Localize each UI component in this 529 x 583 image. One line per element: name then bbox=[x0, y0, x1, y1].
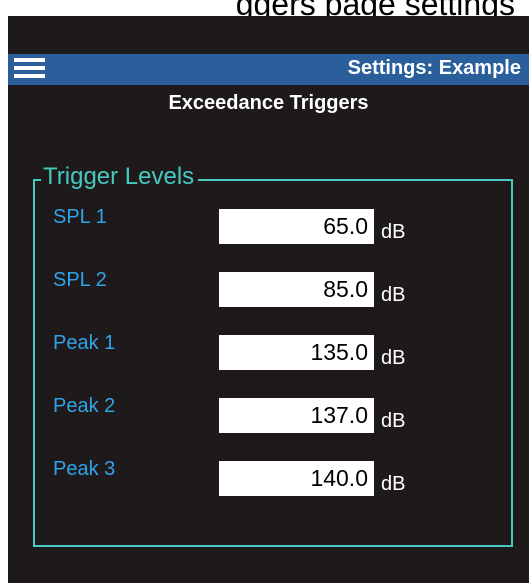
menu-icon-bar-bottom bbox=[14, 74, 45, 78]
peak1-input[interactable] bbox=[219, 335, 374, 370]
menu-icon-bar-middle bbox=[14, 66, 45, 70]
page-caption-cut: ggers page settings bbox=[0, 0, 529, 16]
trigger-label: Peak 3 bbox=[53, 458, 116, 480]
unit-label: dB bbox=[381, 221, 406, 243]
trigger-row-peak3: Peak 3 dB bbox=[35, 454, 511, 496]
spl2-input[interactable] bbox=[219, 272, 374, 307]
unit-label: dB bbox=[381, 410, 406, 432]
menu-icon-bar-top bbox=[14, 58, 45, 62]
trigger-label: SPL 2 bbox=[53, 269, 107, 291]
peak2-input[interactable] bbox=[219, 398, 374, 433]
title-bar: Settings: Example bbox=[8, 54, 529, 85]
unit-label: dB bbox=[381, 347, 406, 369]
peak3-input[interactable] bbox=[219, 461, 374, 496]
trigger-row-spl1: SPL 1 dB bbox=[35, 202, 511, 244]
unit-label: dB bbox=[381, 284, 406, 306]
trigger-levels-group: Trigger Levels SPL 1 dB SPL 2 dB Peak 1 … bbox=[33, 163, 513, 547]
page-title: Settings: Example bbox=[347, 57, 521, 79]
group-title: Trigger Levels bbox=[41, 163, 199, 191]
trigger-row-spl2: SPL 2 dB bbox=[35, 265, 511, 307]
trigger-row-peak1: Peak 1 dB bbox=[35, 328, 511, 370]
unit-label: dB bbox=[381, 473, 406, 495]
spl1-input[interactable] bbox=[219, 209, 374, 244]
trigger-label: Peak 1 bbox=[53, 332, 116, 354]
settings-screen: Settings: Example Exceedance Triggers Tr… bbox=[8, 16, 529, 583]
trigger-label: Peak 2 bbox=[53, 395, 116, 417]
page-subtitle: Exceedance Triggers bbox=[168, 92, 369, 114]
trigger-label: SPL 1 bbox=[53, 206, 107, 228]
hamburger-menu-icon[interactable] bbox=[14, 58, 45, 80]
trigger-row-peak2: Peak 2 dB bbox=[35, 391, 511, 433]
